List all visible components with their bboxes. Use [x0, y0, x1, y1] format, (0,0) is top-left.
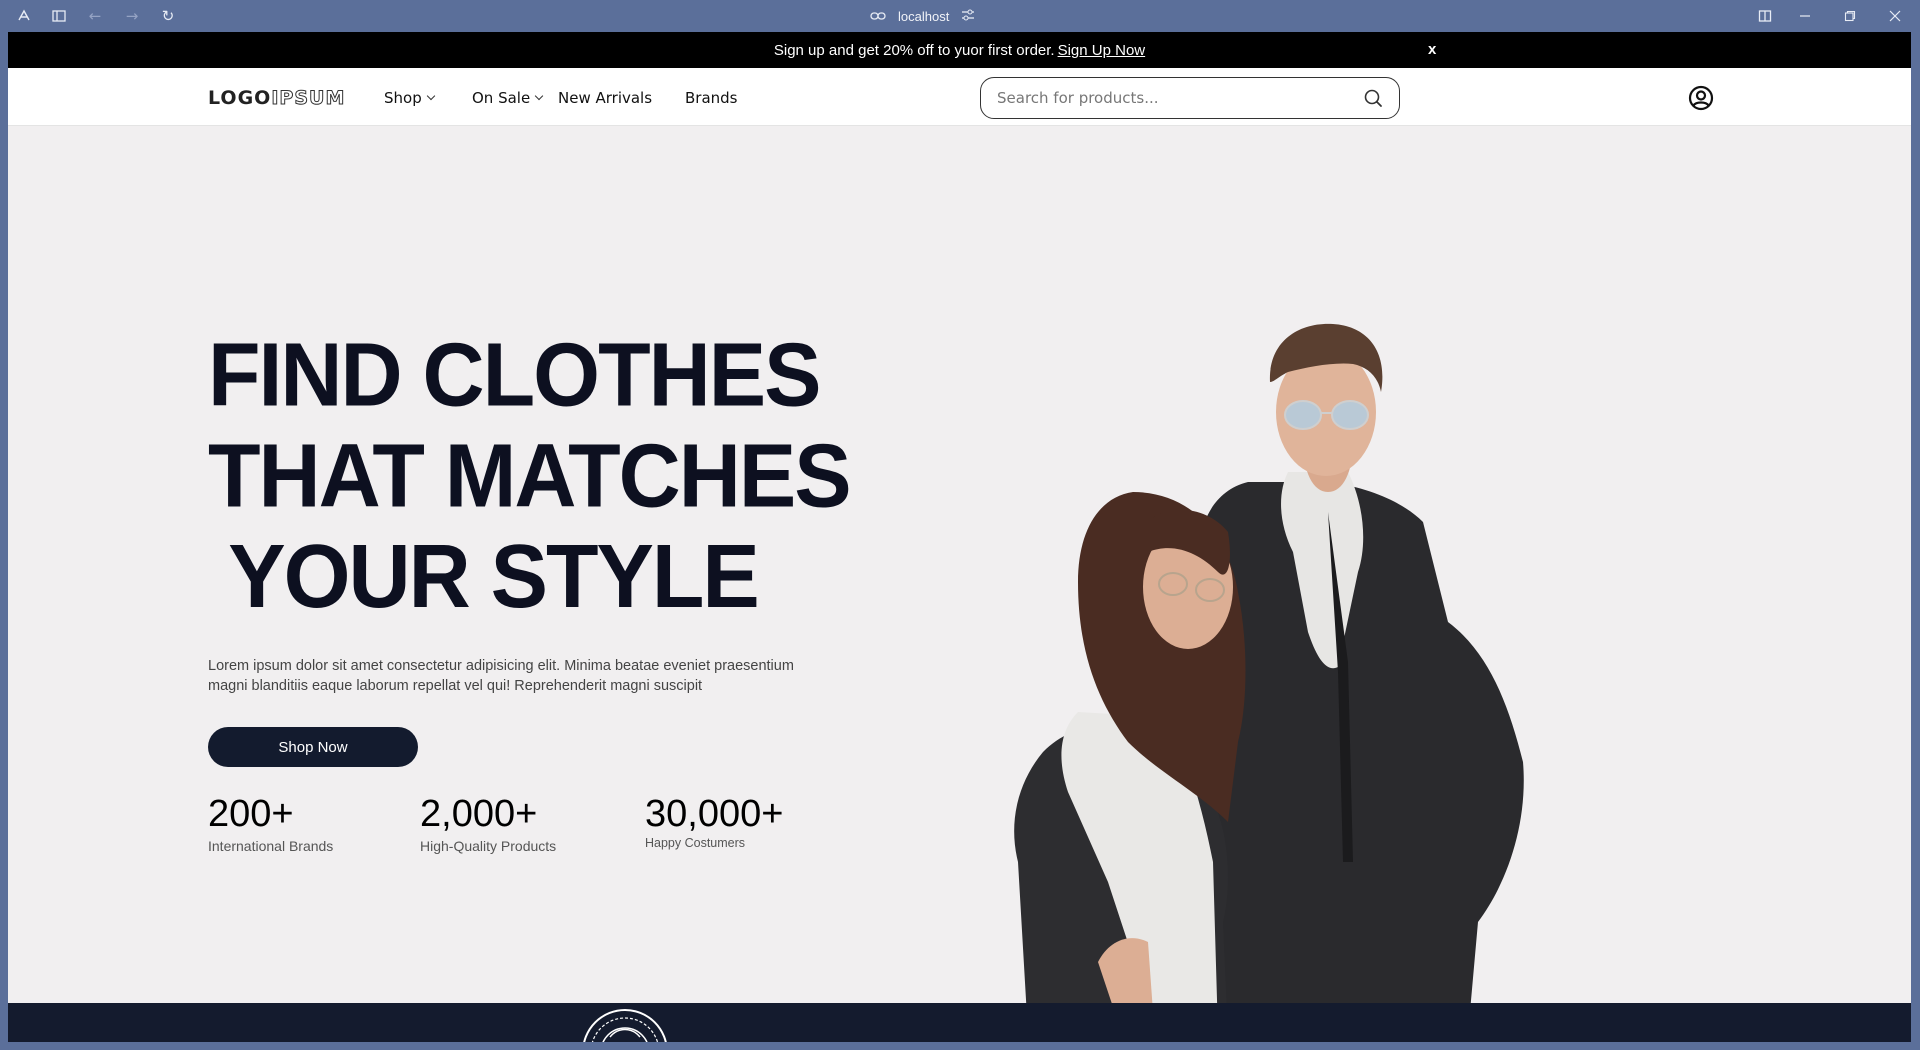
nav-item-label: On Sale	[472, 89, 531, 107]
user-circle-icon[interactable]	[1688, 85, 1714, 111]
logo-part-bold: LOGO	[208, 87, 272, 109]
nav-item-label: Brands	[685, 89, 738, 107]
site-header: LOGO IPSUM Shop On Sale New Arrivals Bra…	[8, 68, 1911, 126]
shop-now-button[interactable]: Shop Now	[208, 727, 418, 767]
search-input[interactable]	[997, 89, 1357, 107]
nav-item-label: Shop	[384, 89, 422, 107]
brand-seal-logo	[583, 1009, 667, 1042]
site-settings-icon[interactable]	[961, 9, 975, 24]
reload-icon[interactable]: ↻	[159, 7, 177, 25]
web-page: Sign up and get 20% off to yuor first or…	[8, 32, 1911, 1042]
hero-couple-image	[1014, 323, 1524, 1034]
split-view-icon[interactable]	[1756, 7, 1774, 25]
nav-item-new-arrivals[interactable]: New Arrivals	[558, 89, 652, 107]
promo-text: Sign up and get 20% off to yuor first or…	[773, 41, 1055, 59]
app-icon[interactable]	[15, 7, 33, 25]
stat-brands: 200+ International Brands	[208, 794, 333, 854]
hero-description: Lorem ipsum dolor sit amet consectetur a…	[208, 658, 794, 694]
brands-strip	[8, 1003, 1911, 1042]
chevron-down-icon	[534, 91, 544, 101]
back-icon[interactable]: ←	[86, 7, 104, 25]
stat-customers: 30,000+ Happy Costumers	[645, 794, 783, 850]
stat-label: Happy Costumers	[645, 836, 746, 850]
nav-item-label: New Arrivals	[558, 89, 653, 107]
address-bar[interactable]: localhost	[870, 7, 1030, 25]
stat-products: 2,000+ High-Quality Products	[420, 794, 556, 854]
promo-close-button[interactable]: x	[1428, 41, 1436, 58]
forward-icon[interactable]: →	[123, 7, 141, 25]
nav-item-shop[interactable]: Shop	[384, 89, 435, 107]
sign-up-link[interactable]: Sign Up Now	[1058, 42, 1146, 59]
hero-title: FIND CLOTHES THAT MATCHES YOUR STYLE	[208, 324, 852, 628]
minimize-icon[interactable]	[1796, 7, 1814, 25]
chevron-down-icon	[426, 91, 435, 101]
stat-label: International Brands	[208, 838, 334, 854]
stat-label: High-Quality Products	[420, 838, 557, 854]
promo-banner: Sign up and get 20% off to yuor first or…	[8, 32, 1911, 68]
url-text: localhost	[898, 8, 950, 24]
stat-value: 30,000+	[645, 793, 784, 835]
stat-value: 200+	[208, 793, 294, 835]
sidebar-toggle-icon[interactable]	[50, 7, 68, 25]
nav-item-on-sale[interactable]: On Sale	[472, 89, 544, 107]
site-logo[interactable]: LOGO IPSUM	[208, 87, 346, 110]
browser-toolbar: ← → ↻ localhost	[0, 0, 1920, 32]
stat-value: 2,000+	[420, 793, 538, 835]
logo-part-outline: IPSUM	[271, 87, 346, 110]
link-icon	[870, 9, 886, 24]
search-icon[interactable]	[1363, 88, 1383, 108]
hero-title-line: THAT MATCHES	[208, 425, 852, 527]
close-window-icon[interactable]	[1886, 7, 1904, 25]
restore-icon[interactable]	[1841, 7, 1859, 25]
hero-title-line: FIND CLOTHES	[208, 324, 821, 426]
nav-item-brands[interactable]: Brands	[685, 89, 738, 107]
hero-title-line: YOUR STYLE	[228, 526, 760, 628]
search-box	[980, 77, 1400, 119]
